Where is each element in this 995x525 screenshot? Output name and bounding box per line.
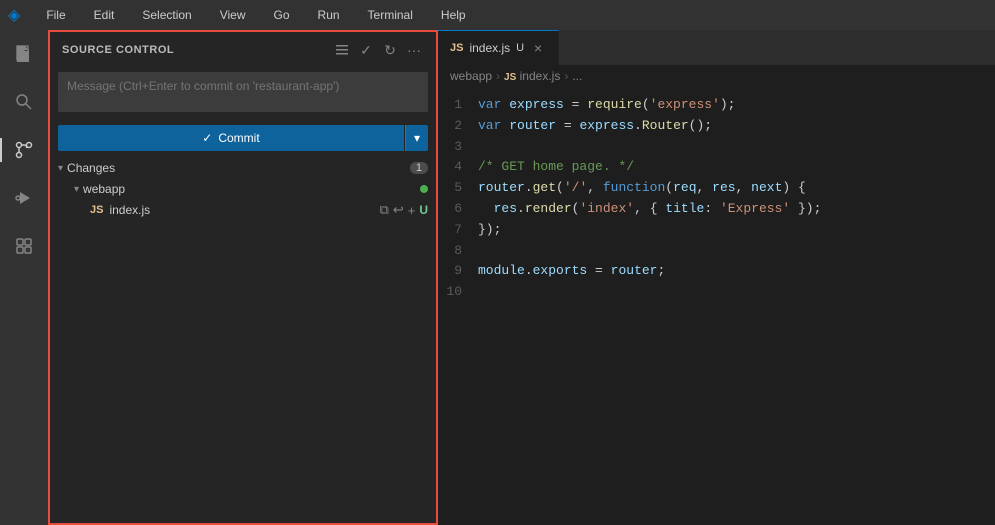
panel-more-icon[interactable]: ···	[404, 40, 424, 60]
menu-file[interactable]: File	[40, 6, 71, 24]
explorer-icon[interactable]	[8, 38, 40, 70]
commit-label: Commit	[218, 131, 259, 145]
breadcrumb-file[interactable]: JS index.js	[504, 69, 560, 83]
file-left: JS index.js	[90, 203, 150, 217]
changes-header[interactable]: ▾ Changes 1	[50, 157, 436, 179]
line-number-5: 5	[438, 178, 478, 199]
line-content-5[interactable]: router.get('/', function(req, res, next)…	[478, 178, 995, 199]
folder-left: ▾ webapp	[74, 182, 125, 196]
panel-list-icon[interactable]	[332, 40, 352, 60]
code-line-3: 3	[438, 137, 995, 158]
commit-message-input[interactable]	[58, 72, 428, 112]
line-number-4: 4	[438, 157, 478, 178]
code-line-5: 5 router.get('/', function(req, res, nex…	[438, 178, 995, 199]
line-content-3	[478, 137, 995, 158]
breadcrumb-sep2: ›	[564, 69, 568, 83]
editor-area: JS index.js U × webapp › JS index.js › .…	[438, 30, 995, 525]
file-actions: ⧉ ↩ + U	[380, 202, 428, 218]
changes-left: ▾ Changes	[58, 161, 115, 175]
panel-title: SOURCE CONTROL	[62, 44, 174, 56]
line-number-3: 3	[438, 137, 478, 158]
code-line-10: 10	[438, 282, 995, 303]
breadcrumb-more[interactable]: ...	[572, 69, 582, 83]
open-file-icon[interactable]: ⧉	[380, 202, 389, 218]
line-content-10	[478, 282, 995, 303]
code-line-9: 9 module.exports = router;	[438, 261, 995, 282]
folder-name: webapp	[83, 182, 125, 196]
main-area: SOURCE CONTROL ✓ ↻ ··· ✓ Commit	[0, 30, 995, 525]
line-content-6[interactable]: res.render('index', { title: 'Express' }…	[478, 199, 995, 220]
source-control-panel: SOURCE CONTROL ✓ ↻ ··· ✓ Commit	[48, 30, 438, 525]
panel-checkmark-icon[interactable]: ✓	[356, 40, 376, 60]
panel-actions: ✓ ↻ ···	[332, 40, 424, 60]
line-number-6: 6	[438, 199, 478, 220]
commit-dropdown-button[interactable]: ▾	[405, 125, 428, 151]
menu-bar: ◈ File Edit Selection View Go Run Termin…	[0, 0, 995, 30]
code-line-4: 4 /* GET home page. */	[438, 157, 995, 178]
code-line-7: 7 });	[438, 220, 995, 241]
breadcrumb-filename: index.js	[520, 69, 561, 83]
search-icon[interactable]	[8, 86, 40, 118]
message-input-wrap	[50, 68, 436, 119]
webapp-folder-item[interactable]: ▾ webapp	[50, 179, 436, 199]
folder-chevron-icon: ▾	[74, 184, 79, 195]
stage-changes-icon[interactable]: +	[408, 203, 416, 218]
commit-button[interactable]: ✓ Commit	[58, 125, 404, 151]
activity-bar	[0, 30, 48, 525]
panel-header: SOURCE CONTROL ✓ ↻ ···	[50, 32, 436, 68]
line-number-8: 8	[438, 241, 478, 262]
code-editor: 1 var express = require('express'); 2 va…	[438, 87, 995, 525]
line-content-2[interactable]: var router = express.Router();	[478, 116, 995, 137]
extensions-icon[interactable]	[8, 230, 40, 262]
code-line-1: 1 var express = require('express');	[438, 95, 995, 116]
file-name: index.js	[109, 203, 150, 217]
menu-terminal[interactable]: Terminal	[362, 6, 419, 24]
code-line-8: 8	[438, 241, 995, 262]
chevron-down-icon: ▾	[414, 131, 420, 145]
menu-go[interactable]: Go	[268, 6, 296, 24]
line-number-1: 1	[438, 95, 478, 116]
changes-label: Changes	[67, 161, 115, 175]
breadcrumb-webapp[interactable]: webapp	[450, 69, 492, 83]
tab-close-button[interactable]: ×	[530, 40, 546, 56]
line-number-2: 2	[438, 116, 478, 137]
breadcrumb: webapp › JS index.js › ...	[438, 65, 995, 87]
tab-filename: index.js	[469, 41, 510, 55]
changes-count-badge: 1	[410, 162, 428, 174]
changes-section: ▾ Changes 1 ▾ webapp JS index.js ⧉	[50, 157, 436, 221]
tab-bar: JS index.js U ×	[438, 30, 995, 65]
index-js-file-item[interactable]: JS index.js ⧉ ↩ + U	[50, 199, 436, 221]
changes-chevron-icon: ▾	[58, 163, 63, 174]
menu-view[interactable]: View	[214, 6, 252, 24]
line-content-9[interactable]: module.exports = router;	[478, 261, 995, 282]
commit-btn-wrap: ✓ Commit ▾	[50, 119, 436, 157]
line-number-10: 10	[438, 282, 478, 303]
scm-icon[interactable]	[8, 134, 40, 166]
folder-status-dot	[420, 185, 428, 193]
line-content-7: });	[478, 220, 995, 241]
panel-refresh-icon[interactable]: ↻	[380, 40, 400, 60]
file-status-badge: U	[419, 203, 428, 217]
line-number-9: 9	[438, 261, 478, 282]
menu-edit[interactable]: Edit	[88, 6, 121, 24]
commit-checkmark-icon: ✓	[202, 131, 212, 145]
menu-help[interactable]: Help	[435, 6, 472, 24]
debug-icon[interactable]	[8, 182, 40, 214]
code-line-6: 6 res.render('index', { title: 'Express'…	[438, 199, 995, 220]
js-file-icon: JS	[90, 204, 103, 216]
breadcrumb-js-icon: JS	[504, 72, 516, 83]
line-content-1[interactable]: var express = require('express');	[478, 95, 995, 116]
tab-js-icon: JS	[450, 42, 463, 54]
discard-changes-icon[interactable]: ↩	[393, 202, 404, 218]
line-number-7: 7	[438, 220, 478, 241]
line-content-8	[478, 241, 995, 262]
tab-modified-badge: U	[516, 42, 524, 54]
menu-run[interactable]: Run	[312, 6, 346, 24]
code-line-2: 2 var router = express.Router();	[438, 116, 995, 137]
menu-selection[interactable]: Selection	[136, 6, 197, 24]
breadcrumb-sep1: ›	[496, 69, 500, 83]
vscode-logo-icon: ◈	[8, 5, 20, 25]
line-content-4: /* GET home page. */	[478, 157, 995, 178]
index-js-tab[interactable]: JS index.js U ×	[438, 30, 559, 65]
